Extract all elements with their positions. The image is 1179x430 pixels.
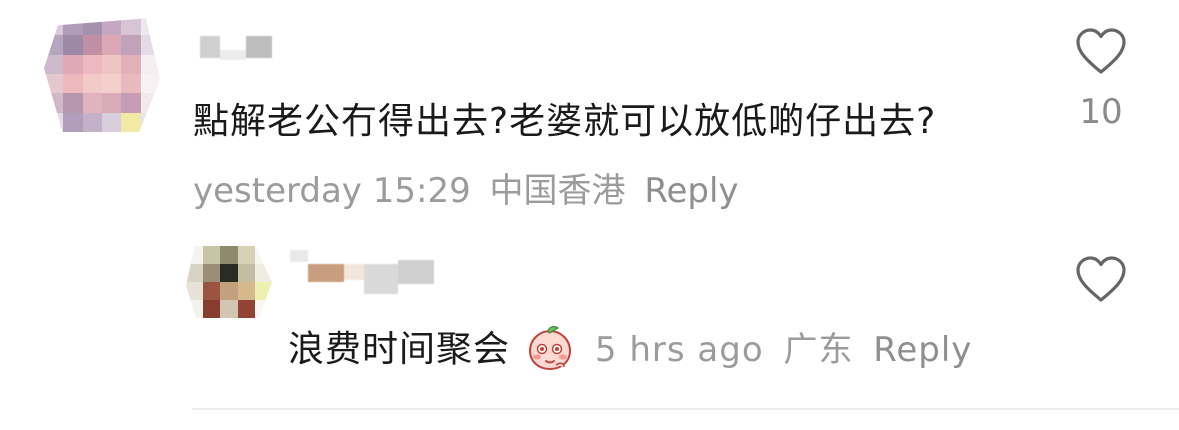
blushing-peach-emoji	[529, 326, 572, 371]
comment-text: 浪费时间聚会 5 hrs ago 广东 Reply	[288, 320, 972, 372]
timestamp: yesterday 15:29	[193, 171, 471, 211]
divider	[192, 408, 1179, 410]
avatar[interactable]	[44, 18, 160, 132]
like-count: 10	[1079, 92, 1123, 132]
username-blurred[interactable]	[290, 250, 434, 294]
username-blurred[interactable]	[200, 36, 272, 60]
heart-outline-icon[interactable]	[1075, 256, 1127, 304]
timestamp: 5 hrs ago	[594, 330, 764, 370]
comment-body: 浪费时间聚会	[288, 329, 511, 370]
comment-meta: 5 hrs ago 广东 Reply	[595, 330, 973, 370]
comment-item: 點解老公冇得出去?老婆就可以放低啲仔出去? yesterday 15:29 中国…	[0, 0, 1179, 230]
reply-comment-item: 浪费时间聚会 5 hrs ago 广东 Reply	[0, 230, 1179, 410]
comment-meta: yesterday 15:29 中国香港 Reply	[193, 163, 739, 212]
reply-button[interactable]: Reply	[644, 171, 738, 211]
reply-button[interactable]: Reply	[873, 330, 972, 370]
avatar[interactable]	[186, 246, 272, 318]
heart-outline-icon[interactable]	[1075, 28, 1127, 76]
comment-text: 點解老公冇得出去?老婆就可以放低啲仔出去?	[193, 101, 937, 142]
region-label: 中国香港	[489, 171, 626, 211]
region-label: 广东	[783, 330, 854, 370]
